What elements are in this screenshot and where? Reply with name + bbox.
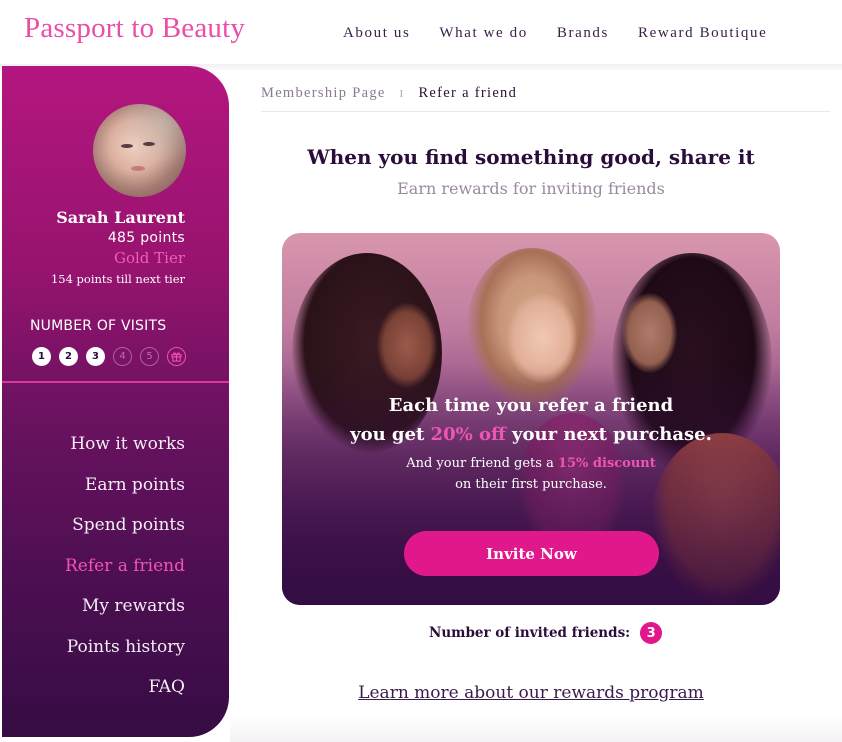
breadcrumb: Membership Page I Refer a friend — [261, 85, 517, 102]
sidebar-item-refer-a-friend[interactable]: Refer a friend — [65, 546, 185, 587]
visits-tracker: 1 2 3 4 5 — [32, 347, 186, 366]
user-info: Sarah Laurent 485 points Gold Tier 154 p… — [51, 208, 185, 290]
invite-now-button[interactable]: Invite Now — [404, 531, 659, 576]
nav-what-we-do[interactable]: What we do — [439, 25, 527, 42]
invited-friends-count-badge: 3 — [640, 622, 663, 644]
sidebar-item-faq[interactable]: FAQ — [65, 667, 185, 708]
friend-discount-highlight: 15% discount — [557, 456, 656, 471]
sidebar-item-spend-points[interactable]: Spend points — [65, 505, 185, 546]
nav-brands[interactable]: Brands — [557, 25, 609, 42]
friend-offer: And your friend gets a 15% discount on t… — [406, 456, 656, 492]
referral-card: Each time you refer a friend you get 20%… — [282, 233, 780, 605]
offer-line-1: Each time you refer a friend — [388, 395, 674, 416]
user-name: Sarah Laurent — [56, 208, 185, 227]
nav-reward-boutique[interactable]: Reward Boutique — [638, 25, 767, 42]
header: Passport to Beauty About us What we do B… — [0, 0, 842, 66]
page-subtitle: Earn rewards for inviting friends — [397, 179, 665, 198]
next-tier-info: 154 points till next tier — [50, 272, 185, 286]
user-points: 485 points — [107, 230, 185, 246]
learn-more-link[interactable]: Learn more about our rewards program — [358, 683, 704, 703]
offer-line-2: you get 20% off your next purchase. — [350, 424, 712, 445]
invited-friends: Number of invited friends: 3 — [429, 622, 663, 644]
page-title: When you find something good, share it — [307, 145, 755, 169]
sidebar-item-my-rewards[interactable]: My rewards — [65, 586, 185, 627]
gift-icon — [167, 347, 186, 366]
sidebar-menu: How it works Earn points Spend points Re… — [65, 424, 185, 708]
visits-title: NUMBER OF VISITS — [30, 318, 167, 334]
breadcrumb-current: Refer a friend — [418, 85, 518, 101]
visit-step-1: 1 — [32, 347, 51, 366]
logo[interactable]: Passport to Beauty — [24, 12, 245, 45]
referral-offer: Each time you refer a friend you get 20%… — [282, 391, 780, 495]
sidebar: Sarah Laurent 485 points Gold Tier 154 p… — [2, 66, 229, 737]
sidebar-divider — [2, 381, 229, 383]
breadcrumb-divider — [261, 111, 830, 112]
sidebar-item-how-it-works[interactable]: How it works — [65, 424, 185, 465]
offer-highlight: 20% off — [430, 424, 506, 445]
visit-step-4: 4 — [113, 347, 132, 366]
user-tier: Gold Tier — [113, 249, 185, 267]
sidebar-item-points-history[interactable]: Points history — [65, 627, 185, 668]
visit-step-5: 5 — [140, 347, 159, 366]
sidebar-item-earn-points[interactable]: Earn points — [65, 465, 185, 506]
avatar — [93, 104, 186, 197]
visit-step-3: 3 — [86, 347, 105, 366]
visit-step-2: 2 — [59, 347, 78, 366]
nav-about-us[interactable]: About us — [343, 25, 410, 42]
invited-friends-label: Number of invited friends: — [429, 625, 631, 641]
breadcrumb-membership-page[interactable]: Membership Page — [261, 85, 386, 101]
breadcrumb-separator: I — [399, 88, 405, 100]
top-nav: About us What we do Brands Reward Boutiq… — [343, 25, 796, 42]
